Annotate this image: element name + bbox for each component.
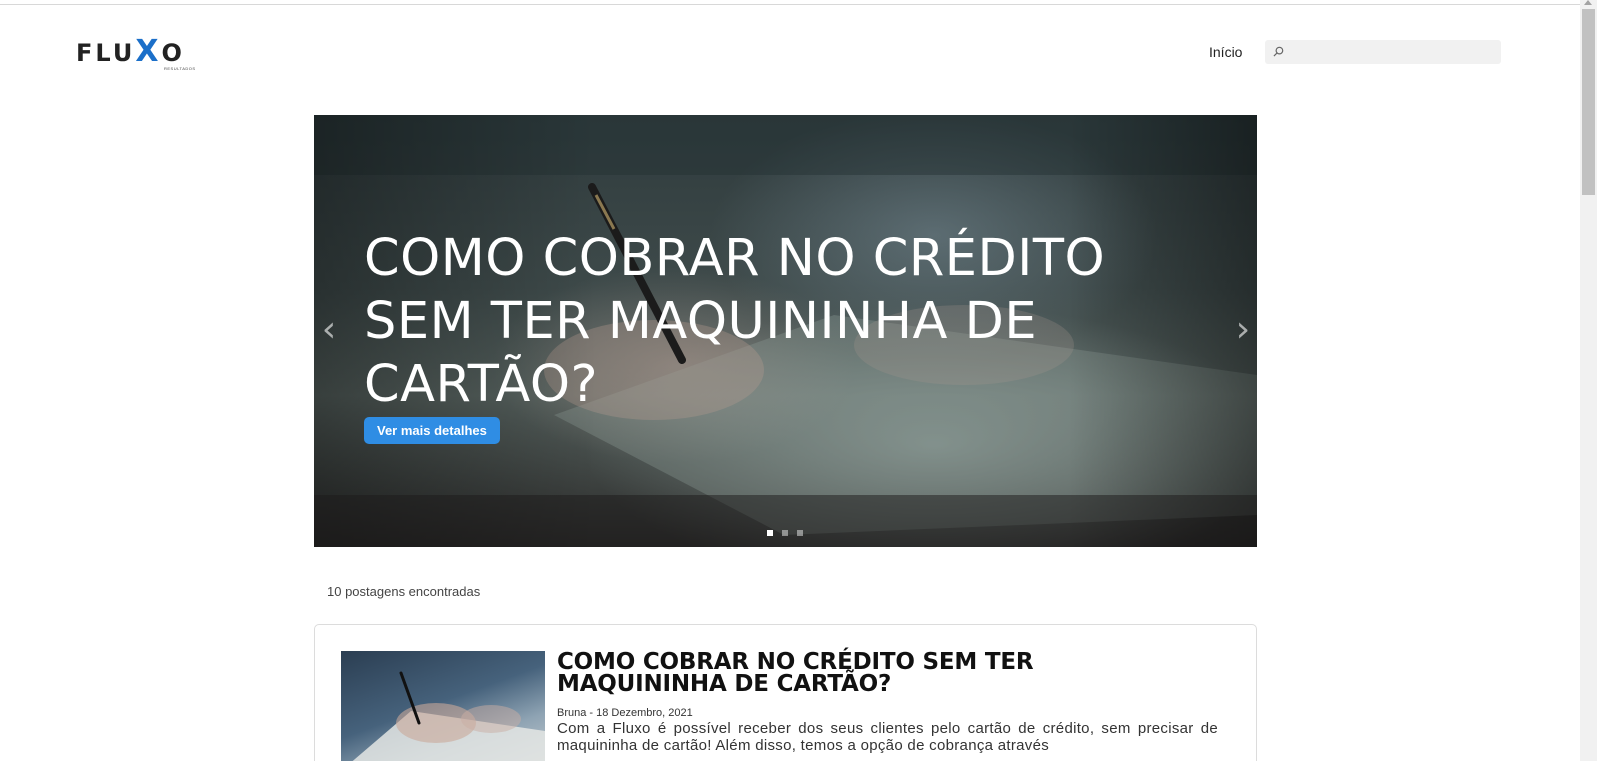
carousel-indicators <box>767 530 803 536</box>
logo-wordmark: FLUXO <box>76 34 185 69</box>
search-box[interactable] <box>1265 40 1501 64</box>
hero-title: COMO COBRAR NO CRÉDITO SEM TER MAQUININH… <box>364 229 1106 414</box>
page: FLUXO RESULTADOS Início COMO COBRAR NO C… <box>0 0 1597 761</box>
hero-details-button[interactable]: Ver mais detalhes <box>364 417 500 444</box>
carousel-next-icon[interactable]: › <box>1231 312 1255 348</box>
post-thumbnail-image <box>352 671 545 761</box>
nav-link-home[interactable]: Início <box>1209 44 1242 60</box>
post-title[interactable]: COMO COBRAR NO CRÉDITO SEM TER MAQUININH… <box>557 651 1177 696</box>
post-meta: Bruna - 18 Dezembro, 2021 <box>557 707 693 719</box>
browser-top-rule <box>0 0 1580 5</box>
carousel-dot-3[interactable] <box>797 530 803 536</box>
carousel-dot-1[interactable] <box>767 530 773 536</box>
carousel-prev-icon[interactable]: ‹ <box>317 312 341 348</box>
post-card: COMO COBRAR NO CRÉDITO SEM TER MAQUININH… <box>314 624 1257 761</box>
post-thumbnail[interactable] <box>341 651 545 761</box>
logo-subtext: RESULTADOS <box>164 66 196 71</box>
results-count: 10 postagens encontradas <box>327 584 481 599</box>
carousel-dot-2[interactable] <box>782 530 788 536</box>
scroll-up-icon[interactable] <box>1584 0 1592 5</box>
scrollbar-thumb[interactable] <box>1582 9 1595 195</box>
search-input[interactable] <box>1289 43 1495 61</box>
page-scrollbar[interactable] <box>1580 0 1597 761</box>
post-excerpt: Com a Fluxo é possível receber dos seus … <box>557 720 1218 754</box>
search-icon <box>1273 46 1284 57</box>
hero-carousel: COMO COBRAR NO CRÉDITO SEM TER MAQUININH… <box>314 115 1257 547</box>
logo[interactable]: FLUXO RESULTADOS <box>76 34 196 72</box>
